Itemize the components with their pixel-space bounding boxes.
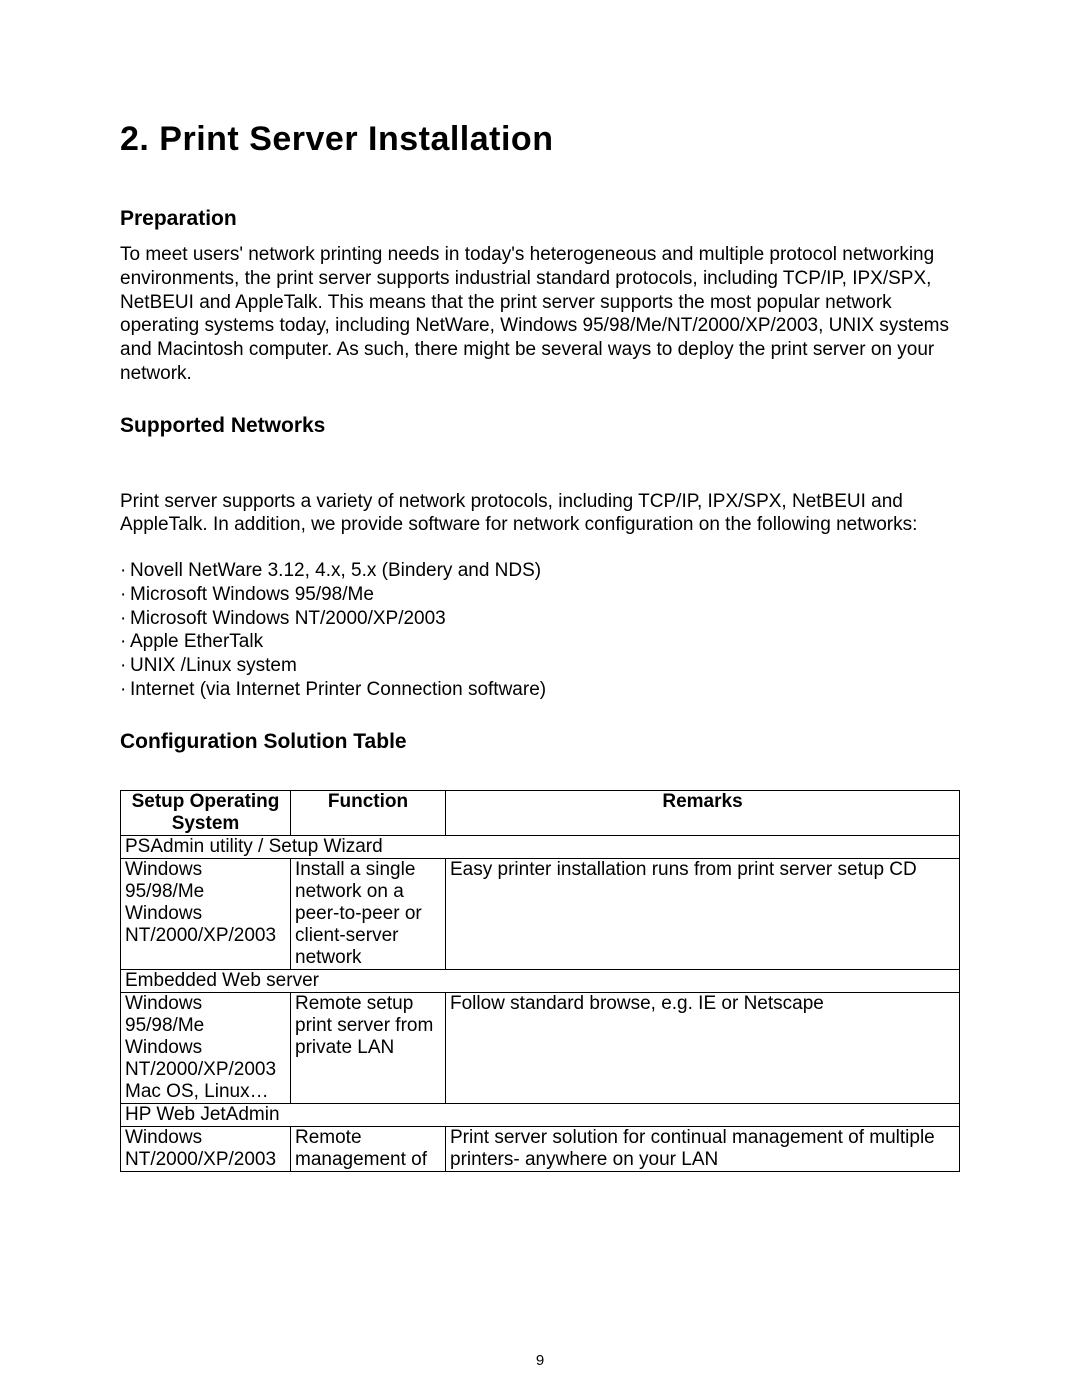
- section-heading-preparation: Preparation: [120, 207, 960, 231]
- chapter-title: 2. Print Server Installation: [120, 120, 960, 159]
- table-row: Windows NT/2000/XP/2003 Remote managemen…: [121, 1126, 960, 1171]
- cell-os: Windows NT/2000/XP/2003: [121, 1126, 291, 1171]
- list-item: Microsoft Windows NT/2000/XP/2003: [120, 607, 960, 631]
- cell-function: Remote management of: [291, 1126, 446, 1171]
- preparation-body: To meet users' network printing needs in…: [120, 243, 960, 386]
- spacer: [120, 450, 960, 490]
- list-item: Microsoft Windows 95/98/Me: [120, 583, 960, 607]
- cell-remarks: Follow standard browse, e.g. IE or Netsc…: [446, 992, 960, 1103]
- list-item: Internet (via Internet Printer Connectio…: [120, 678, 960, 702]
- page: 2. Print Server Installation Preparation…: [0, 0, 1080, 1397]
- cell-function: Install a single network on a peer-to-pe…: [291, 858, 446, 969]
- section-heading-supported-networks: Supported Networks: [120, 414, 960, 438]
- group-title: HP Web JetAdmin: [121, 1103, 960, 1126]
- list-item: Apple EtherTalk: [120, 630, 960, 654]
- supported-networks-body: Print server supports a variety of netwo…: [120, 490, 960, 538]
- th-setup-os: Setup Operating System: [121, 790, 291, 835]
- cell-remarks: Print server solution for continual mana…: [446, 1126, 960, 1171]
- section-heading-config-table: Configuration Solution Table: [120, 730, 960, 754]
- table-group-row: HP Web JetAdmin: [121, 1103, 960, 1126]
- th-remarks: Remarks: [446, 790, 960, 835]
- table-group-row: Embedded Web server: [121, 969, 960, 992]
- cell-function: Remote setup print server from private L…: [291, 992, 446, 1103]
- group-title: Embedded Web server: [121, 969, 960, 992]
- supported-networks-list: Novell NetWare 3.12, 4.x, 5.x (Bindery a…: [120, 559, 960, 702]
- table-group-row: PSAdmin utility / Setup Wizard: [121, 835, 960, 858]
- configuration-solution-table: Setup Operating System Function Remarks …: [120, 790, 960, 1172]
- page-number: 9: [0, 1352, 1080, 1369]
- list-item: Novell NetWare 3.12, 4.x, 5.x (Bindery a…: [120, 559, 960, 583]
- cell-os: Windows 95/98/Me Windows NT/2000/XP/2003…: [121, 992, 291, 1103]
- group-title: PSAdmin utility / Setup Wizard: [121, 835, 960, 858]
- list-item: UNIX /Linux system: [120, 654, 960, 678]
- table-header-row: Setup Operating System Function Remarks: [121, 790, 960, 835]
- th-function: Function: [291, 790, 446, 835]
- table-row: Windows 95/98/Me Windows NT/2000/XP/2003…: [121, 858, 960, 969]
- cell-remarks: Easy printer installation runs from prin…: [446, 858, 960, 969]
- cell-os: Windows 95/98/Me Windows NT/2000/XP/2003: [121, 858, 291, 969]
- table-row: Windows 95/98/Me Windows NT/2000/XP/2003…: [121, 992, 960, 1103]
